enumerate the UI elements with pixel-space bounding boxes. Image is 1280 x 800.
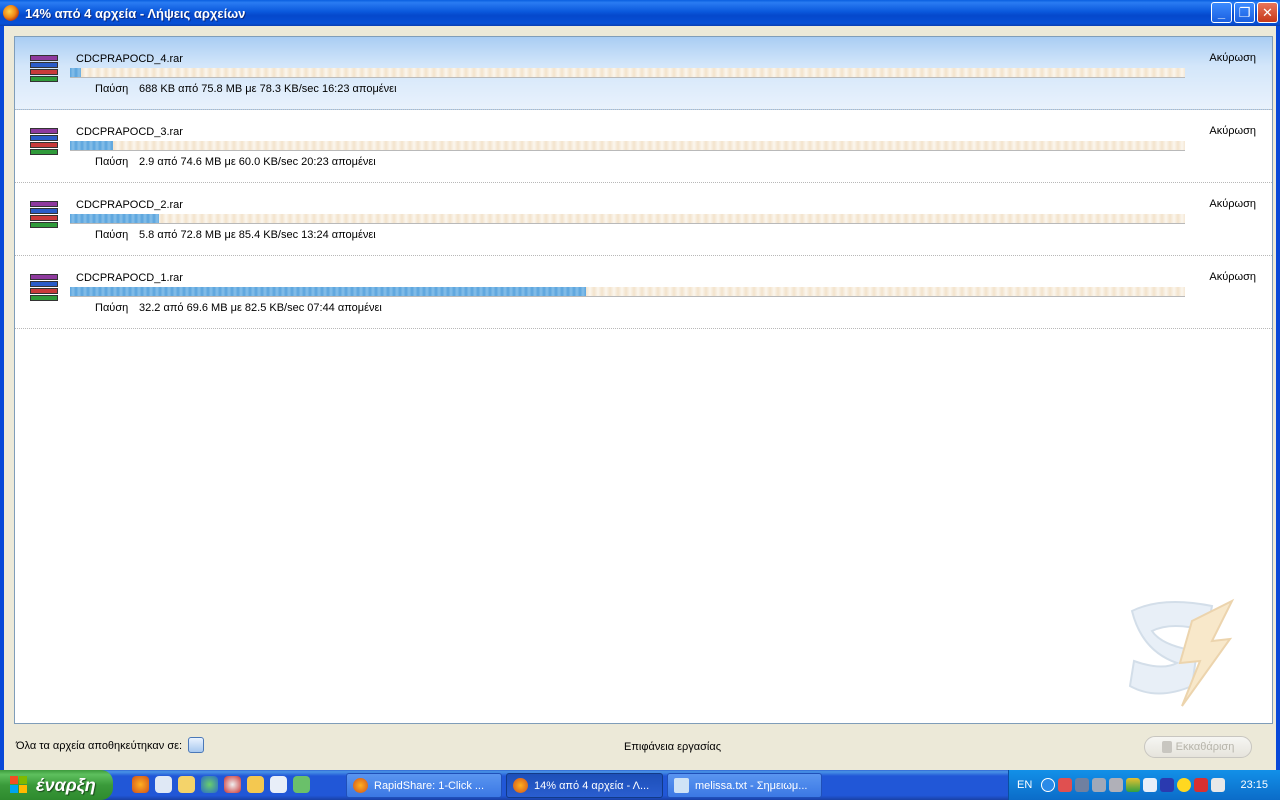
progress-fill [70, 287, 587, 296]
windows-logo-icon [10, 776, 28, 794]
chevron-left-icon[interactable] [1041, 778, 1056, 792]
progress-bar [70, 141, 1185, 151]
firefox-icon[interactable] [132, 776, 149, 793]
clear-button[interactable]: Εκκαθάριση [1144, 736, 1252, 758]
download-status: 5.8 από 72.8 MB με 85.4 KB/sec 13:24 απο… [139, 229, 376, 241]
taskbar-button-downloads[interactable]: 14% από 4 αρχεία - Λ... [506, 773, 663, 798]
file-name: CDCPRAPOCD_2.rar [76, 199, 183, 211]
saved-location-value: Επιφάνεια εργασίας [624, 741, 722, 753]
task-label: melissa.txt - Σημειωμ... [695, 779, 808, 792]
download-item[interactable]: CDCPRAPOCD_2.rar Ακύρωση Παύση 5.8 από 7… [15, 183, 1272, 256]
minimize-button[interactable]: _ [1211, 2, 1232, 23]
quick-launch [132, 776, 310, 793]
play-icon[interactable] [270, 776, 287, 793]
downloads-window: CDCPRAPOCD_4.rar Ακύρωση Παύση 688 KB απ… [0, 26, 1280, 770]
cancel-link[interactable]: Ακύρωση [1209, 52, 1256, 64]
pause-link[interactable]: Παύση [95, 229, 128, 241]
clock: 23:15 [1240, 779, 1268, 791]
file-name: CDCPRAPOCD_4.rar [76, 53, 183, 65]
progress-bar [70, 287, 1185, 297]
title-bar[interactable]: 14% από 4 αρχεία - Λήψεις αρχείων _ ❐ ✕ [0, 0, 1280, 26]
downloads-list[interactable]: CDCPRAPOCD_4.rar Ακύρωση Παύση 688 KB απ… [14, 36, 1273, 724]
file-name: CDCPRAPOCD_3.rar [76, 126, 183, 138]
pause-link[interactable]: Παύση [95, 302, 128, 314]
taskbar-button-notepad[interactable]: melissa.txt - Σημειωμ... [667, 773, 822, 798]
rar-archive-icon [28, 274, 60, 302]
messenger-icon[interactable] [293, 776, 310, 793]
progress-bar [70, 68, 1185, 78]
shield-icon[interactable] [1194, 778, 1209, 792]
footer: Όλα τα αρχεία αποθηκεύτηκαν σε: Επιφάνει… [4, 724, 1276, 770]
security-icon[interactable] [1211, 778, 1226, 792]
clock-icon[interactable] [247, 776, 264, 793]
start-button[interactable]: έναρξη [0, 770, 113, 800]
color-icon[interactable] [1126, 778, 1141, 792]
download-manager-logo-icon [1128, 598, 1235, 707]
progress-fill [70, 214, 160, 223]
rar-archive-icon [28, 55, 60, 83]
display-icon[interactable] [1143, 778, 1158, 792]
media-player-icon[interactable] [224, 776, 241, 793]
settings-icon[interactable] [155, 776, 172, 793]
task-label: 14% από 4 αρχεία - Λ... [534, 779, 650, 792]
pause-link[interactable]: Παύση [95, 156, 128, 168]
firefox-icon [513, 778, 528, 793]
system-tray: EN 23:15 [1008, 770, 1280, 800]
close-button[interactable]: ✕ [1257, 2, 1278, 23]
download-item[interactable]: CDCPRAPOCD_3.rar Ακύρωση Παύση 2.9 από 7… [15, 110, 1272, 183]
notepad-icon [674, 778, 689, 793]
pause-link[interactable]: Παύση [95, 83, 128, 95]
window-controls: _ ❐ ✕ [1211, 2, 1278, 23]
language-indicator[interactable]: EN [1017, 779, 1032, 791]
network-icon[interactable] [1058, 778, 1073, 792]
saved-location-label: Όλα τα αρχεία αποθηκεύτηκαν σε: [16, 740, 183, 752]
monitor-icon[interactable] [1160, 778, 1175, 792]
taskbar: έναρξη RapidShare: 1-Click ... 14% από 4… [0, 770, 1280, 800]
download-status: 32.2 από 69.6 MB με 82.5 KB/sec 07:44 απ… [139, 302, 382, 314]
download-status: 688 KB από 75.8 MB με 78.3 KB/sec 16:23 … [139, 83, 397, 95]
mouse-icon[interactable] [1109, 778, 1124, 792]
task-label: RapidShare: 1-Click ... [374, 779, 485, 792]
antivirus-icon[interactable] [1075, 778, 1090, 792]
tool-icon[interactable] [1092, 778, 1107, 792]
download-status: 2.9 από 74.6 MB με 60.0 KB/sec 20:23 απο… [139, 156, 376, 168]
start-label: έναρξη [36, 774, 96, 795]
cancel-link[interactable]: Ακύρωση [1209, 198, 1256, 210]
cancel-link[interactable]: Ακύρωση [1209, 125, 1256, 137]
firefox-icon [353, 778, 368, 793]
open-folder-icon[interactable] [188, 737, 204, 753]
download-item[interactable]: CDCPRAPOCD_4.rar Ακύρωση Παύση 688 KB απ… [15, 37, 1272, 110]
progress-bar [70, 214, 1185, 224]
broom-icon [1161, 741, 1172, 753]
firefox-icon [3, 5, 19, 21]
rar-archive-icon [28, 201, 60, 229]
globe-icon[interactable] [201, 776, 218, 793]
download-item[interactable]: CDCPRAPOCD_1.rar Ακύρωση Παύση 32.2 από … [15, 256, 1272, 329]
file-name: CDCPRAPOCD_1.rar [76, 272, 183, 284]
progress-fill [70, 141, 114, 150]
taskbar-button-rapidshare[interactable]: RapidShare: 1-Click ... [346, 773, 502, 798]
progress-fill [70, 68, 82, 77]
cancel-link[interactable]: Ακύρωση [1209, 271, 1256, 283]
folder-icon[interactable] [178, 776, 195, 793]
window-title: 14% από 4 αρχεία - Λήψεις αρχείων [25, 5, 246, 21]
smiley-icon[interactable] [1177, 778, 1192, 792]
maximize-button[interactable]: ❐ [1234, 2, 1255, 23]
rar-archive-icon [28, 128, 60, 156]
clear-button-label: Εκκαθάριση [1175, 741, 1235, 753]
